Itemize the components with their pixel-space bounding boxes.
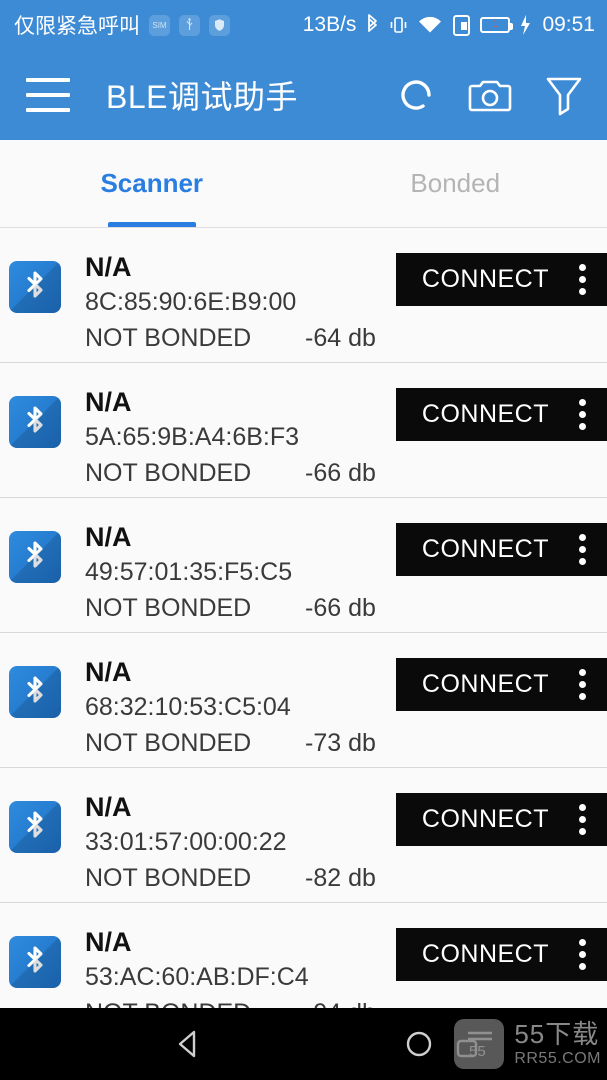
nav-home-button[interactable] <box>374 1008 464 1080</box>
bluetooth-device-icon <box>9 396 61 448</box>
device-bond-state: NOT BONDED <box>85 324 252 352</box>
device-address: 8C:85:90:6E:B9:00 <box>85 288 297 316</box>
connect-button-label: CONNECT <box>421 805 549 833</box>
system-navigation-bar: 55 55下载 RR55.COM <box>0 1008 607 1080</box>
svg-text:55: 55 <box>469 1043 486 1060</box>
device-address: 68:32:10:53:C5:04 <box>85 693 291 721</box>
device-address: 33:01:57:00:00:22 <box>85 828 287 856</box>
usb-badge-icon <box>179 14 200 36</box>
device-address: 49:57:01:35:F5:C5 <box>85 558 293 586</box>
tab-bonded-label: Bonded <box>410 168 501 198</box>
device-bond-state: NOT BONDED <box>85 729 252 757</box>
wifi-icon <box>417 15 443 35</box>
watermark-url: RR55.COM <box>514 1050 601 1067</box>
bluetooth-device-icon <box>9 936 61 988</box>
watermark-logo-icon: 55 <box>454 1019 505 1069</box>
status-bar-left: 仅限紧急呼叫 SIM <box>14 10 230 40</box>
device-name: N/A <box>85 387 132 417</box>
device-rssi: -64 db <box>305 324 376 352</box>
device-info: N/A 8C:85:90:6E:B9:00 NOT BONDED -64 db <box>85 250 376 356</box>
bluetooth-device-icon <box>9 261 61 313</box>
page-title: BLE调试助手 <box>106 79 298 115</box>
connect-button-label: CONNECT <box>421 265 549 293</box>
back-triangle-icon <box>178 1030 195 1058</box>
shield-badge-icon <box>209 14 230 36</box>
overflow-menu-icon[interactable] <box>565 528 599 572</box>
watermark-title: 55下载 <box>514 1019 600 1049</box>
carrier-label: 仅限紧急呼叫 <box>14 15 140 38</box>
bluetooth-device-icon <box>9 666 61 718</box>
device-name: N/A <box>85 252 132 282</box>
watermark-text: 55下载 RR55.COM <box>514 1021 601 1067</box>
device-rssi: -66 db <box>305 594 376 622</box>
filter-icon[interactable] <box>541 72 587 118</box>
connect-button-label: CONNECT <box>421 535 549 563</box>
device-info: N/A 5A:65:9B:A4:6B:F3 NOT BONDED -66 db <box>85 385 376 491</box>
device-name: N/A <box>85 657 132 687</box>
battery-indicator: 1 <box>480 17 514 33</box>
overflow-menu-icon[interactable] <box>565 798 599 842</box>
device-rssi: -73 db <box>305 729 376 757</box>
device-info: N/A 33:01:57:00:00:22 NOT BONDED -82 db <box>85 790 376 896</box>
bluetooth-device-icon <box>9 801 61 853</box>
device-list-item[interactable]: N/A 49:57:01:35:F5:C5 NOT BONDED -66 db CONN… <box>0 498 607 633</box>
overflow-menu-icon[interactable] <box>565 933 599 977</box>
tab-scanner[interactable]: Scanner <box>0 140 304 227</box>
device-address: 5A:65:9B:A4:6B:F3 <box>85 423 300 451</box>
device-address: 53:AC:60:AB:DF:C4 <box>85 963 309 991</box>
scanning-spinner-icon[interactable] <box>393 72 439 118</box>
connect-button[interactable]: CONNECT <box>395 658 607 711</box>
connect-button[interactable]: CONNECT <box>395 253 607 306</box>
tab-scanner-label: Scanner <box>100 168 204 198</box>
device-name: N/A <box>85 927 132 957</box>
device-bond-state: NOT BONDED <box>85 594 252 622</box>
home-circle-icon <box>406 1031 431 1057</box>
app-bar: BLE调试助手 <box>0 50 607 140</box>
status-bar: 仅限紧急呼叫 SIM 13B/s 1 09:51 <box>0 0 607 50</box>
device-name: N/A <box>85 522 132 552</box>
camera-icon[interactable] <box>467 72 513 118</box>
overflow-menu-icon[interactable] <box>565 393 599 437</box>
vibrate-icon <box>389 14 408 36</box>
clock-label: 09:51 <box>542 13 595 36</box>
charging-bolt-icon <box>519 14 531 36</box>
sim-card-icon <box>452 14 471 37</box>
battery-level-label: 1 <box>492 19 499 30</box>
tab-bar: Scanner Bonded <box>0 140 607 228</box>
nav-back-button[interactable] <box>144 1008 234 1080</box>
device-list-item[interactable]: N/A 5A:65:9B:A4:6B:F3 NOT BONDED -66 db CONN… <box>0 363 607 498</box>
app-bar-actions <box>393 72 587 118</box>
bluetooth-device-icon <box>9 531 61 583</box>
hamburger-menu-icon[interactable] <box>26 78 70 112</box>
connect-button[interactable]: CONNECT <box>395 388 607 441</box>
connect-button[interactable]: CONNECT <box>395 793 607 846</box>
device-name: N/A <box>85 792 132 822</box>
data-rate-label: 13B/s <box>302 13 357 36</box>
overflow-menu-icon[interactable] <box>565 663 599 707</box>
site-watermark: 55 55下载 RR55.COM <box>454 1019 601 1069</box>
device-list-item[interactable]: N/A 68:32:10:53:C5:04 NOT BONDED -73 db CONN… <box>0 633 607 768</box>
bluetooth-status-icon <box>365 13 380 37</box>
connect-button[interactable]: CONNECT <box>395 523 607 576</box>
device-list-item[interactable]: N/A 8C:85:90:6E:B9:00 NOT BONDED -64 db CONN… <box>0 228 607 363</box>
device-rssi: -82 db <box>305 864 376 892</box>
overflow-menu-icon[interactable] <box>565 258 599 302</box>
sim-badge-icon: SIM <box>149 14 170 36</box>
device-bond-state: NOT BONDED <box>85 459 252 487</box>
status-bar-right: 13B/s 1 09:51 <box>303 13 595 37</box>
connect-button-label: CONNECT <box>421 940 549 968</box>
connect-button-label: CONNECT <box>421 670 549 698</box>
device-list: N/A 8C:85:90:6E:B9:00 NOT BONDED -64 db CONN… <box>0 228 607 1038</box>
device-bond-state: NOT BONDED <box>85 864 252 892</box>
tab-bonded[interactable]: Bonded <box>304 140 607 227</box>
connect-button-label: CONNECT <box>421 400 549 428</box>
device-info: N/A 68:32:10:53:C5:04 NOT BONDED -73 db <box>85 655 376 761</box>
device-list-item[interactable]: N/A 33:01:57:00:00:22 NOT BONDED -82 db CONN… <box>0 768 607 903</box>
connect-button[interactable]: CONNECT <box>395 928 607 981</box>
device-rssi: -66 db <box>305 459 376 487</box>
device-info: N/A 49:57:01:35:F5:C5 NOT BONDED -66 db <box>85 520 376 626</box>
